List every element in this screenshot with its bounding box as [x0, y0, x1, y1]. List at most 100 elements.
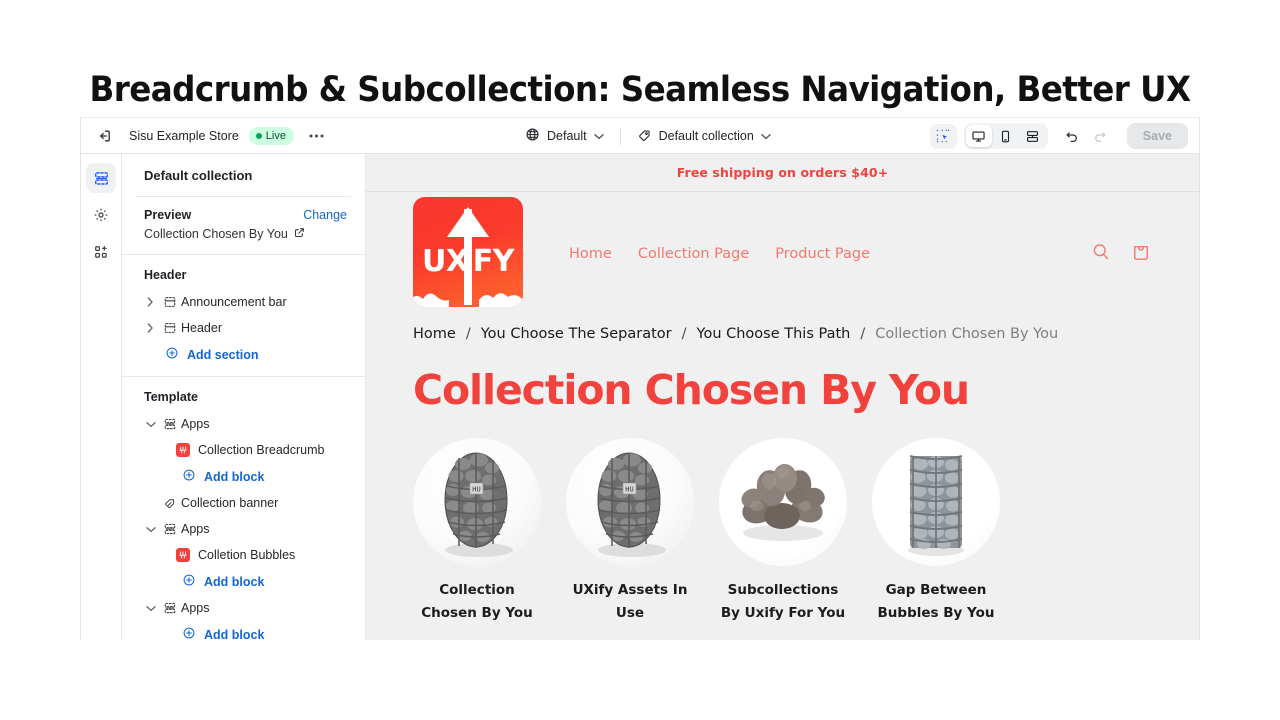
fullwidth-icon[interactable]	[1020, 125, 1046, 147]
nav-link-product-page[interactable]: Product Page	[775, 246, 870, 262]
nav-link-home[interactable]: Home	[569, 246, 612, 262]
bubble-image: HU	[566, 438, 694, 566]
app-block-icon	[176, 443, 190, 457]
add-block-label: Add block	[204, 627, 265, 641]
chevron-right-icon[interactable]	[142, 323, 159, 333]
preview-row: Preview Change	[136, 197, 351, 224]
gabion-column-stone-icon	[908, 455, 964, 556]
save-button[interactable]: Save	[1126, 123, 1188, 149]
sidebar-template-header: Default collection	[122, 154, 365, 196]
sidebar-header-group: Header Announcement bar Header Add secti…	[122, 255, 365, 368]
bubble-image: HU	[413, 438, 541, 566]
topbar-divider	[619, 127, 621, 145]
rail-item-settings[interactable]	[86, 200, 116, 230]
chevron-down-icon[interactable]	[142, 421, 159, 428]
collection-title: Collection Chosen By You	[413, 366, 970, 414]
breadcrumb-item-current: Collection Chosen By You	[875, 326, 1059, 342]
sidebar-item-collection-banner[interactable]: Collection banner	[136, 490, 351, 516]
sidebar-item-label: Collection Breadcrumb	[198, 443, 325, 457]
sidebar-item-collection-breadcrumb[interactable]: Collection Breadcrumb	[136, 437, 351, 463]
external-link-icon	[294, 227, 305, 241]
tag-icon	[637, 127, 652, 145]
rail-item-apps[interactable]	[86, 237, 116, 267]
sidebar-item-apps-3[interactable]: Apps	[136, 595, 351, 621]
sidebar-item-apps-1[interactable]: Apps	[136, 411, 351, 437]
plus-circle-icon	[165, 346, 179, 363]
chevron-down-icon[interactable]	[142, 526, 159, 533]
add-block-button-1[interactable]: Add block	[136, 463, 351, 490]
device-toggle-group	[963, 123, 1048, 149]
theme-selector[interactable]: Default	[519, 123, 610, 149]
preview-label: Preview	[144, 208, 192, 222]
sidebar-item-announcement-bar[interactable]: Announcement bar	[136, 289, 351, 315]
breadcrumb: Home / You Choose The Separator / You Ch…	[366, 312, 1199, 342]
chevron-down-icon[interactable]	[142, 605, 159, 612]
apps-section-icon	[159, 417, 181, 431]
bubble-item[interactable]: Gap Between Bubbles By You	[872, 438, 1000, 625]
inspector-icon[interactable]	[929, 123, 957, 149]
undo-icon[interactable]	[1059, 124, 1085, 149]
logo-cloud-icon	[413, 293, 523, 307]
sidebar-item-apps-2[interactable]: Apps	[136, 516, 351, 542]
subcollection-bubbles: HU Collection Chosen By You HU UXify Ass…	[366, 414, 1199, 625]
breadcrumb-item-2[interactable]: You Choose This Path	[697, 326, 851, 342]
more-options-button[interactable]	[306, 126, 328, 146]
bubble-image	[719, 438, 847, 566]
chevron-right-icon[interactable]	[142, 297, 159, 307]
template-selector-label: Default collection	[658, 129, 754, 143]
bubble-label: Subcollections By Uxify For You	[720, 582, 846, 621]
group-heading-header: Header	[144, 268, 187, 282]
add-block-button-3[interactable]: Add block	[136, 621, 351, 640]
stone-pile-icon	[741, 464, 825, 541]
plus-circle-icon	[182, 626, 196, 640]
editor-body: Default collection Preview Change Collec…	[81, 154, 1199, 640]
bubble-item[interactable]: HU Collection Chosen By You	[413, 438, 541, 625]
sidebar-item-label: Header	[181, 321, 222, 335]
plus-circle-icon	[182, 468, 196, 485]
logo-text-right: FY	[472, 244, 515, 279]
storefront-preview[interactable]: Free shipping on orders $40+ UX FY Home …	[366, 154, 1199, 640]
exit-icon[interactable]	[91, 123, 117, 149]
preview-change-link[interactable]: Change	[303, 208, 347, 222]
bubble-label: Gap Between Bubbles By You	[877, 582, 995, 621]
add-block-label: Add block	[204, 574, 265, 589]
status-dot-icon	[255, 132, 262, 139]
bubble-item[interactable]: HU UXify Assets In Use	[566, 438, 694, 625]
breadcrumb-item-0[interactable]: Home	[413, 326, 456, 342]
storefront-header: UX FY Home Collection Page Product Page	[366, 192, 1199, 312]
sidebar-item-colletion-bubbles[interactable]: Colletion Bubbles	[136, 542, 351, 568]
section-icon	[159, 295, 181, 309]
sidebar-item-label: Apps	[181, 522, 210, 536]
store-name: Sisu Example Store	[129, 128, 239, 143]
sidebar-item-label: Collection banner	[181, 496, 279, 510]
sidebar-item-header[interactable]: Header	[136, 315, 351, 341]
svg-text:HU: HU	[625, 486, 633, 494]
topbar-right-group: Save	[929, 118, 1188, 154]
banner-icon	[159, 496, 181, 510]
template-selector[interactable]: Default collection	[631, 123, 777, 149]
apps-section-icon	[159, 601, 181, 615]
page-title: Breadcrumb & Subcollection: Seamless Nav…	[89, 70, 1191, 110]
logo[interactable]: UX FY	[413, 197, 523, 307]
gabion-basket-stone-icon: HU	[444, 452, 513, 557]
sidebar-title: Default collection	[144, 168, 253, 183]
bubble-item[interactable]: Subcollections By Uxify For You	[719, 438, 847, 625]
desktop-icon[interactable]	[965, 125, 992, 147]
theme-selector-label: Default	[547, 129, 587, 143]
search-icon[interactable]	[1090, 241, 1112, 268]
sidebar-preview-block: Preview Change Collection Chosen By You	[122, 197, 365, 254]
editor-rail	[81, 154, 122, 640]
nav-link-collection-page[interactable]: Collection Page	[638, 246, 749, 262]
breadcrumb-item-1[interactable]: You Choose The Separator	[481, 326, 672, 342]
add-section-label: Add section	[187, 347, 259, 362]
add-block-button-2[interactable]: Add block	[136, 568, 351, 595]
shopping-bag-icon[interactable]	[1130, 241, 1152, 268]
logo-text-left: UX	[422, 244, 469, 279]
preview-value[interactable]: Collection Chosen By You	[136, 224, 351, 254]
storefront-header-icons	[1090, 241, 1152, 268]
rail-item-sections[interactable]	[86, 163, 116, 193]
sidebar-item-label: Announcement bar	[181, 295, 287, 309]
bubble-label: UXify Assets In Use	[572, 582, 688, 621]
mobile-icon[interactable]	[993, 125, 1019, 147]
add-section-button[interactable]: Add section	[136, 341, 351, 368]
